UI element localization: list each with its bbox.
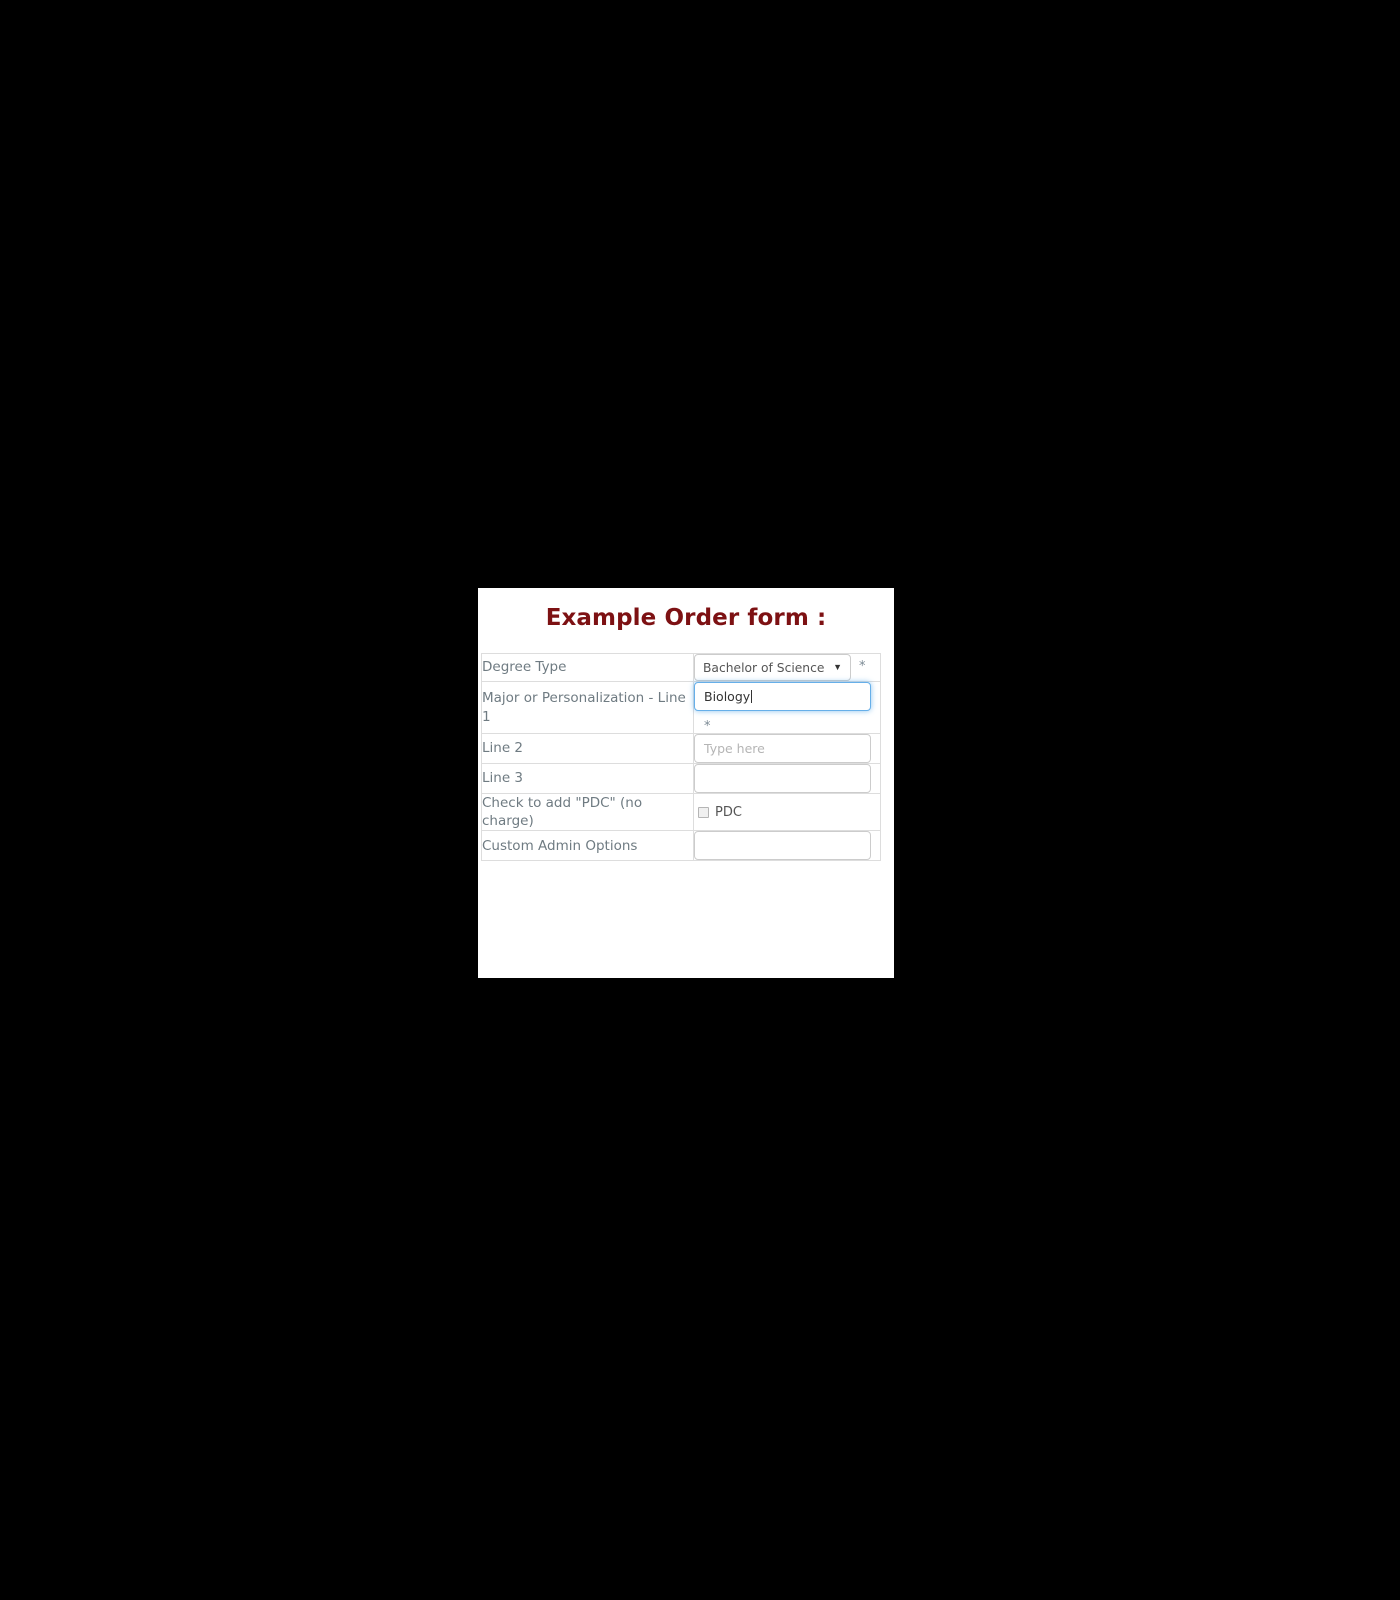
line-2-input-placeholder: Type here xyxy=(704,741,765,756)
page-title: Example Order form : xyxy=(545,605,827,631)
chevron-down-icon: ▼ xyxy=(833,662,842,672)
row-field-degree-type: Bachelor of Science ▼ * xyxy=(693,653,881,682)
row-field-line-2: Type here xyxy=(693,733,881,764)
row-label-custom-admin-options: Custom Admin Options xyxy=(481,830,694,862)
page-root: Example Order form : Degree Type Bachelo… xyxy=(0,0,1400,1600)
degree-type-selected-value: Bachelor of Science xyxy=(703,660,825,675)
pdc-checkbox-label: PDC xyxy=(715,804,742,820)
row-label-major-line-1: Major or Personalization - Line 1 xyxy=(481,681,694,734)
major-line-1-input-value: Biology xyxy=(704,689,751,704)
order-form-table: Degree Type Bachelor of Science ▼ * Majo… xyxy=(481,653,881,862)
row-field-custom-admin-options xyxy=(693,830,881,862)
text-caret xyxy=(751,690,753,703)
table-row: Check to add "PDC" (no charge) PDC xyxy=(481,793,881,832)
pdc-checkbox-row[interactable]: PDC xyxy=(694,803,880,822)
pdc-checkbox[interactable] xyxy=(698,806,709,818)
major-line-1-input[interactable]: Biology xyxy=(694,682,871,711)
table-row: Custom Admin Options xyxy=(481,830,881,862)
row-field-major-line-1: Biology * xyxy=(693,681,881,734)
table-row: Line 3 xyxy=(481,763,881,794)
row-label-line-2: Line 2 xyxy=(481,733,694,764)
row-label-pdc: Check to add "PDC" (no charge) xyxy=(481,793,694,832)
line-3-input[interactable] xyxy=(694,764,871,793)
degree-type-select-box[interactable]: Bachelor of Science ▼ xyxy=(694,654,851,681)
row-label-line-3: Line 3 xyxy=(481,763,694,794)
custom-admin-options-input[interactable] xyxy=(694,831,871,861)
required-asterisk-degree-type: * xyxy=(859,659,866,674)
table-row: Major or Personalization - Line 1 Biolog… xyxy=(481,681,881,734)
row-field-line-3 xyxy=(693,763,881,794)
order-form-card: Example Order form : Degree Type Bachelo… xyxy=(478,588,894,978)
degree-type-select[interactable]: Bachelor of Science ▼ xyxy=(694,654,851,681)
table-row: Degree Type Bachelor of Science ▼ * xyxy=(481,653,881,682)
table-row: Line 2 Type here xyxy=(481,733,881,764)
row-field-pdc: PDC xyxy=(693,793,881,832)
line-2-input[interactable]: Type here xyxy=(694,734,871,763)
required-asterisk-major-line-1: * xyxy=(704,719,711,734)
row-label-degree-type: Degree Type xyxy=(481,653,694,682)
